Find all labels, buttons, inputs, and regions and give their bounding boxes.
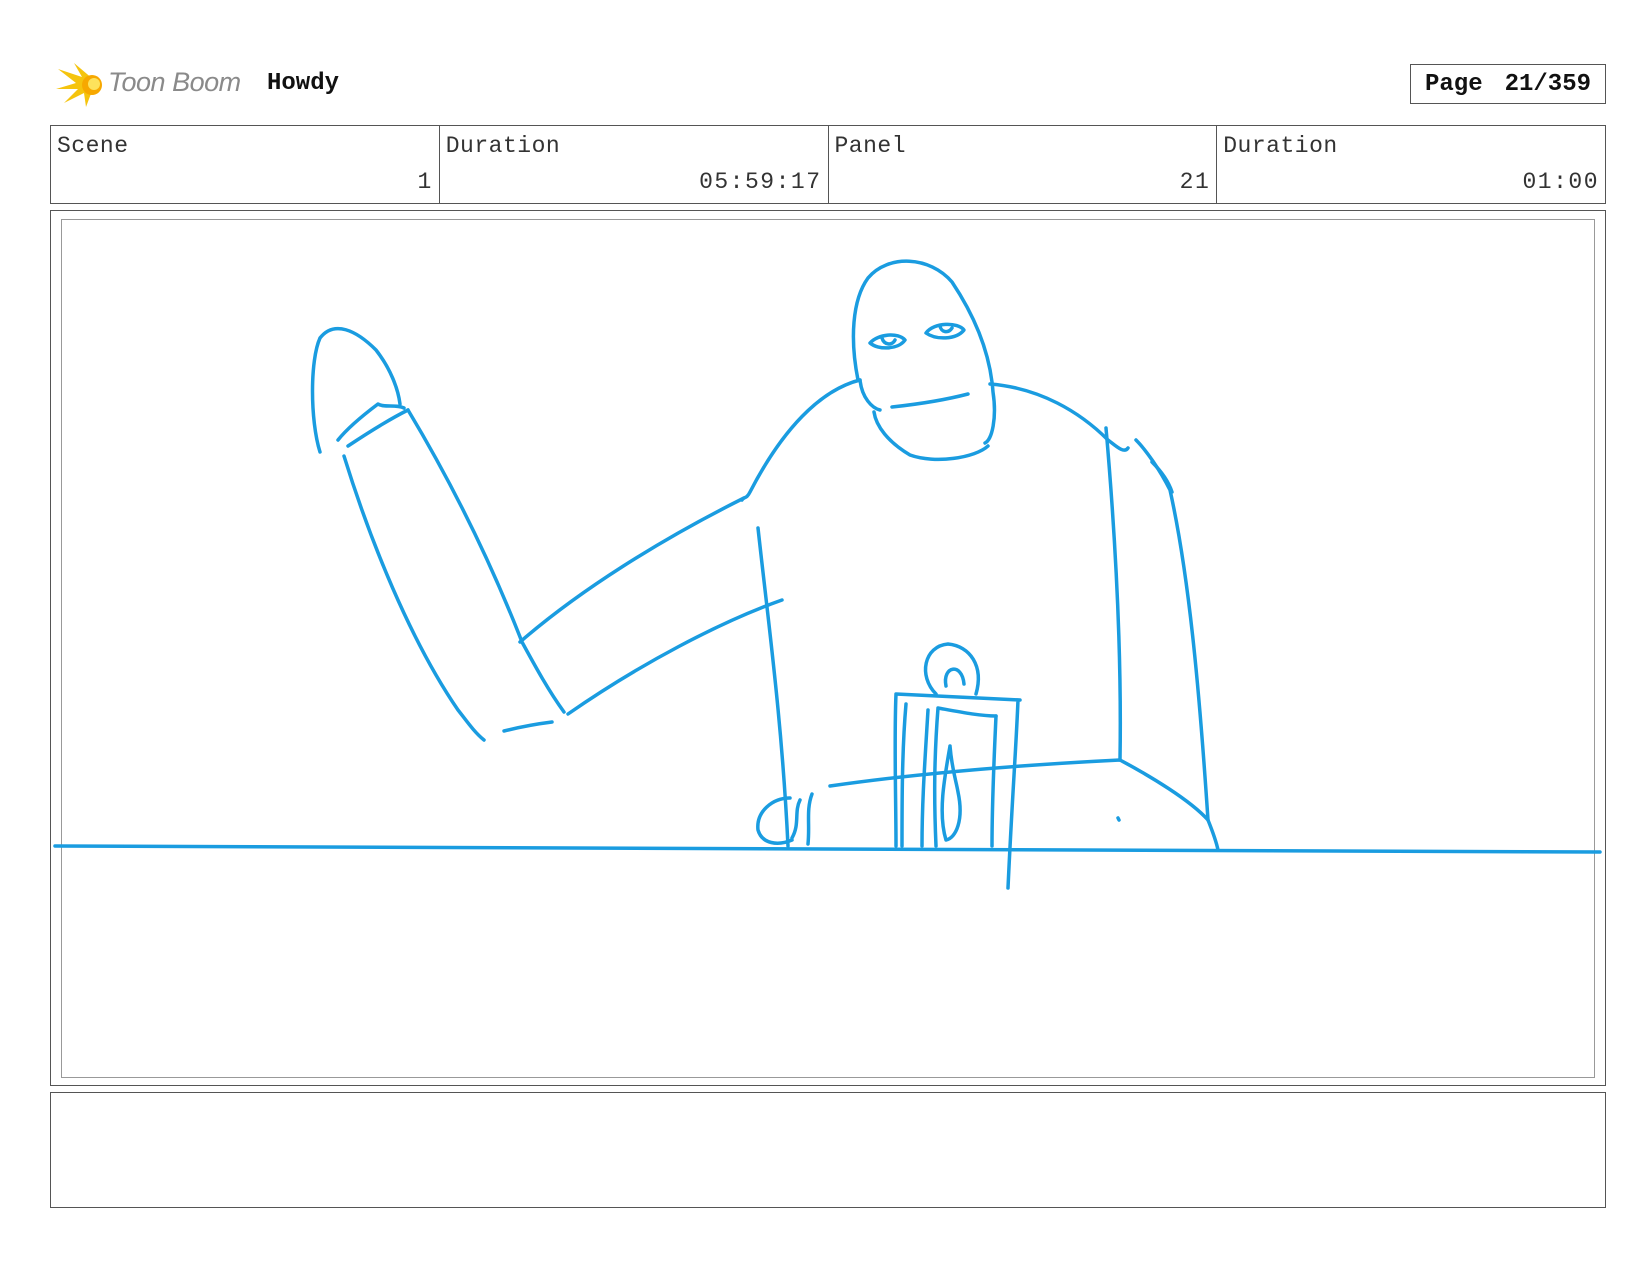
ground-line [53, 844, 1602, 854]
panel-notes [50, 1092, 1606, 1208]
character-right-arm [1134, 438, 1210, 822]
candle-knob [923, 642, 980, 696]
character-torso-right [1104, 426, 1123, 762]
character-left-eye [868, 333, 907, 350]
character-upper-arm-top [518, 496, 746, 644]
sketch-strokes [53, 259, 1602, 890]
panel-sketch [53, 259, 1602, 890]
character-forearm-outer [342, 454, 486, 742]
character-belly-line [828, 758, 1220, 852]
character-mouth [890, 392, 970, 409]
character-jaw [858, 378, 990, 462]
character-raised-hand [310, 326, 402, 454]
character-right-eye [924, 322, 966, 340]
candle-flame [940, 744, 962, 842]
belly-dot [1116, 816, 1121, 822]
character-cuff [336, 402, 410, 448]
character-left-shoulder [740, 378, 862, 502]
